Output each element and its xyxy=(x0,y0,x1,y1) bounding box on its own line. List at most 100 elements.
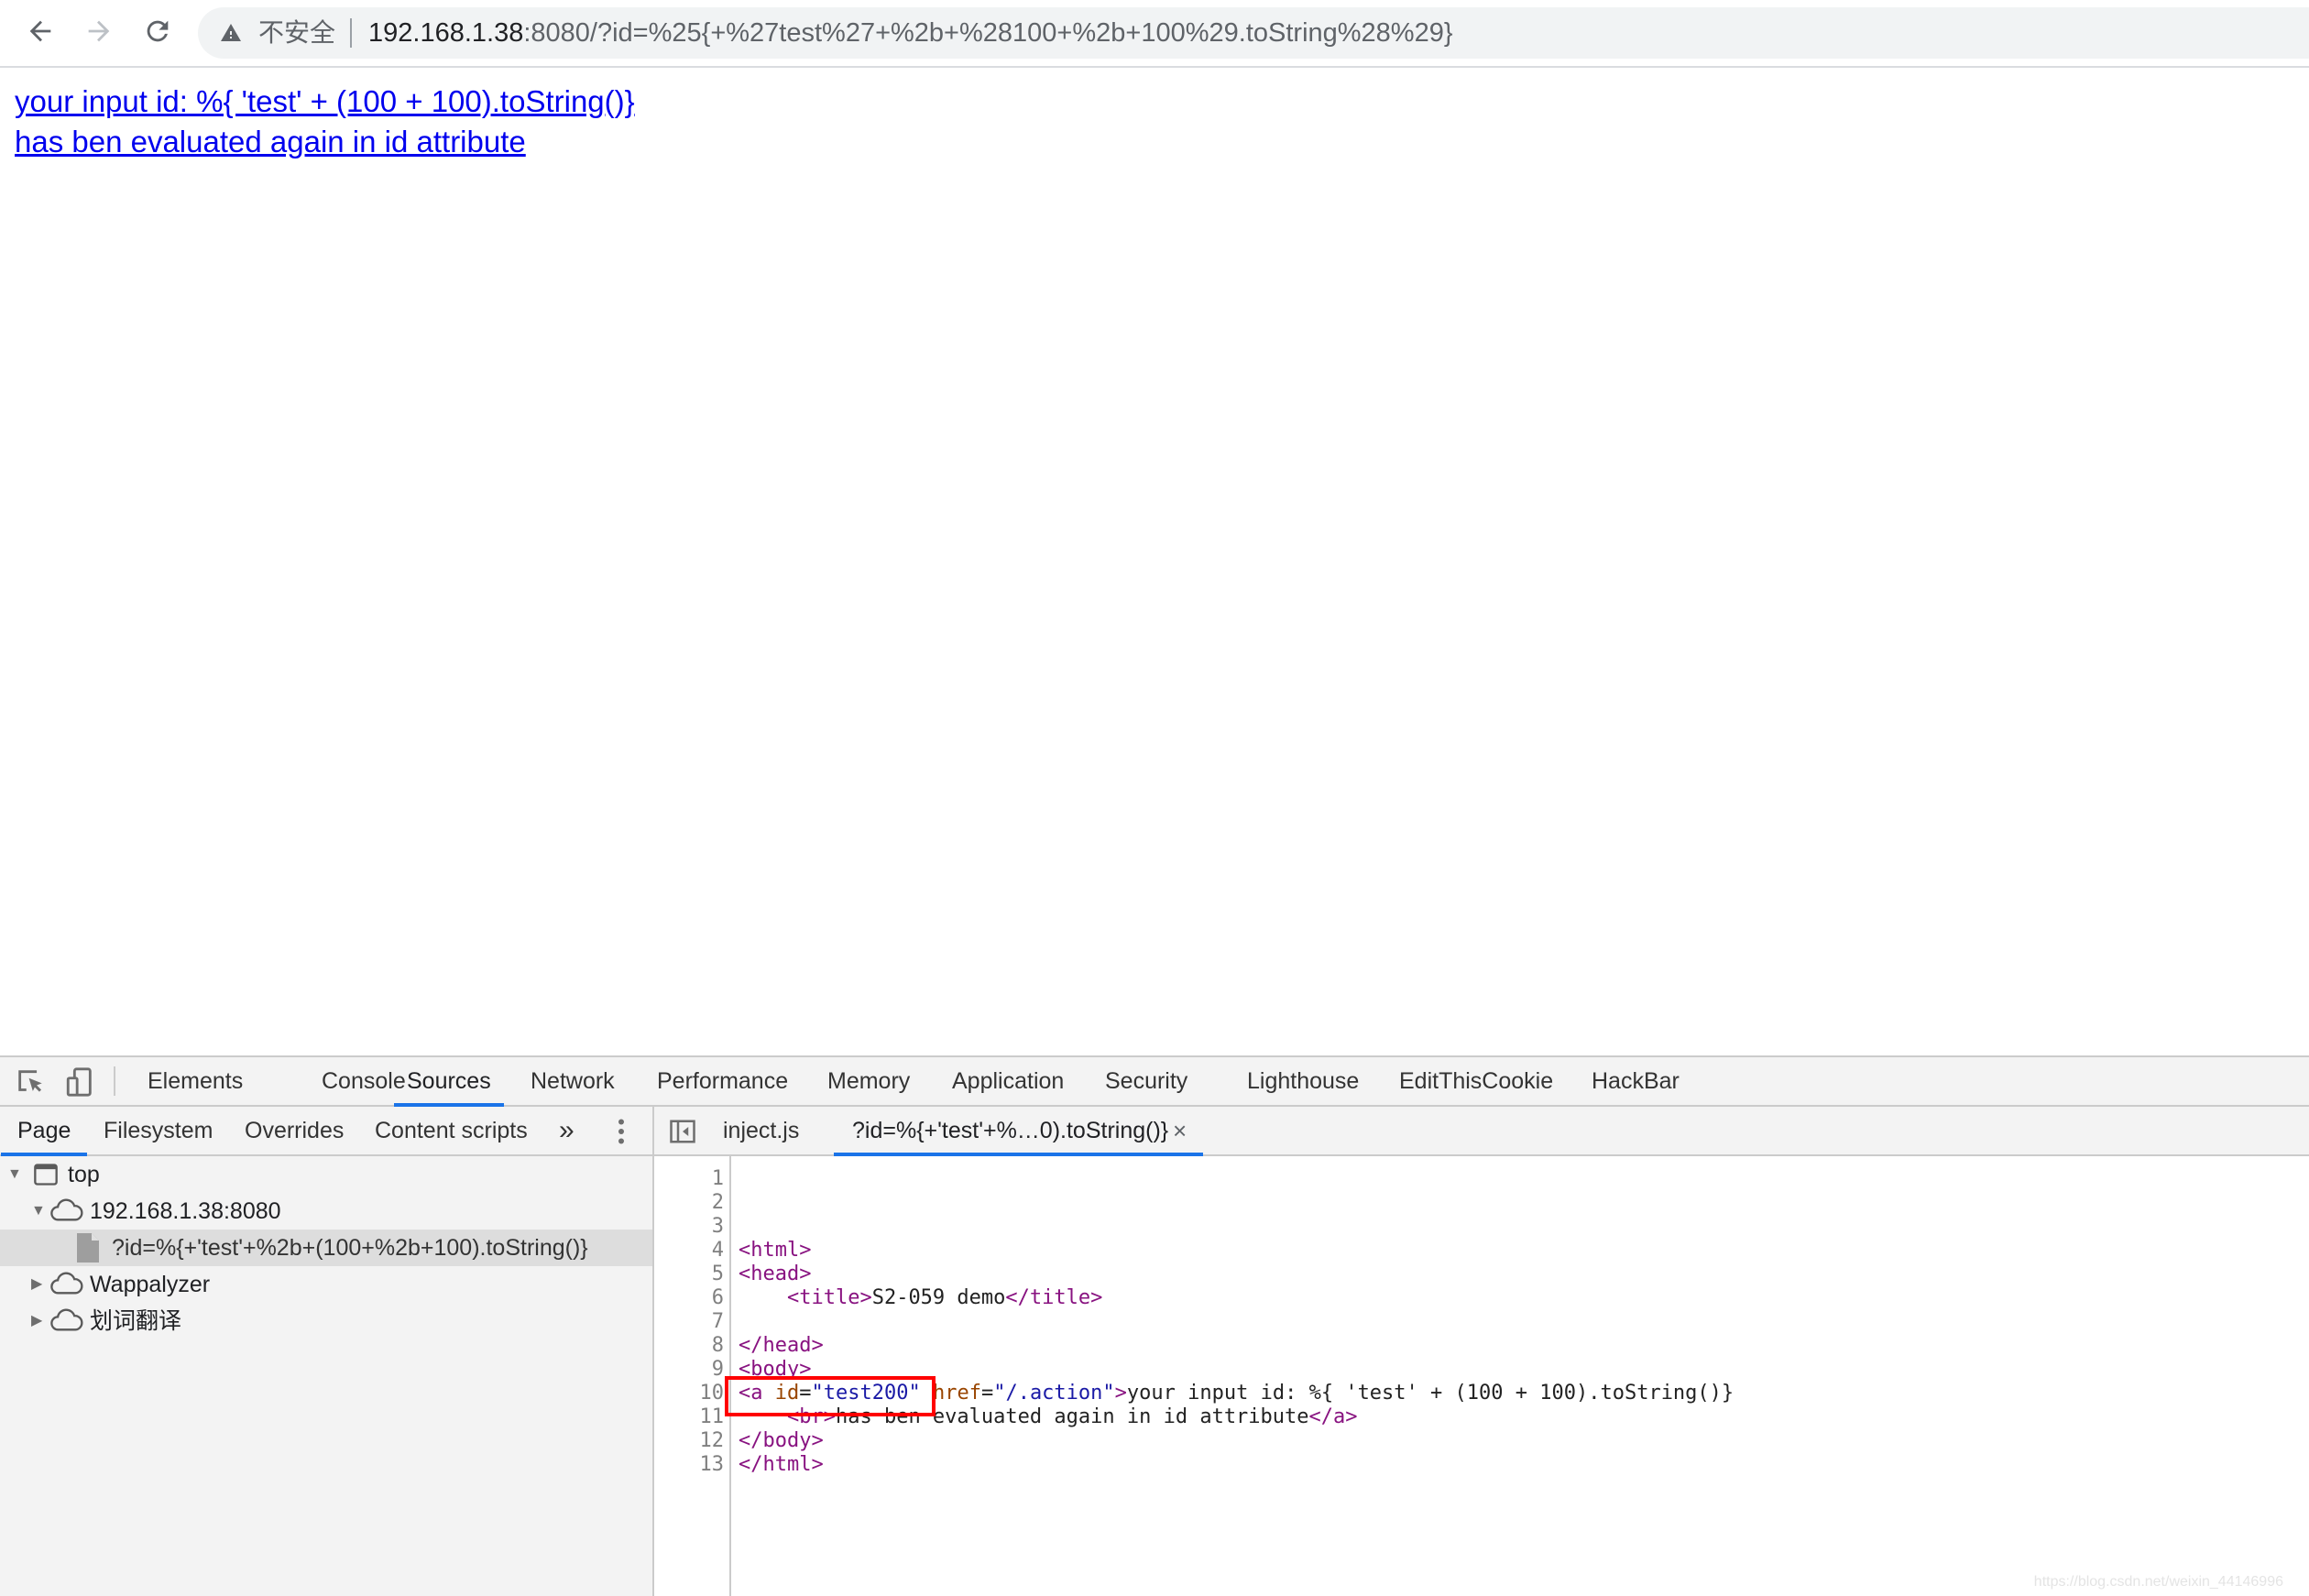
html-tag: </body> xyxy=(739,1429,824,1452)
html-tag: </html> xyxy=(739,1453,824,1476)
line-number[interactable]: 13 xyxy=(700,1453,725,1477)
text-node: S2-059 demo xyxy=(871,1286,1006,1309)
injected-link-line2[interactable]: has ben evaluated again in id attribute xyxy=(15,125,526,159)
source-editor[interactable]: 1 2 3 4 5 6 7 8 9 10 11 12 13 <html> <he… xyxy=(654,1156,2309,1596)
collapsed-arrow-icon[interactable]: ▶ xyxy=(31,1303,42,1339)
line-number[interactable]: 2 xyxy=(712,1191,724,1215)
subtab-page[interactable]: Page xyxy=(0,1107,88,1156)
watermark: https://blog.csdn.net/weixin_44146996 xyxy=(2033,1574,2283,1590)
url-host: 192.168.1.38 xyxy=(368,18,524,48)
html-tag: > xyxy=(1114,1382,1127,1405)
editor-tab-inject-js[interactable]: inject.js xyxy=(723,1107,799,1154)
tree-item-host[interactable]: ▼ 192.168.1.38:8080 xyxy=(0,1193,652,1230)
arrow-left-icon xyxy=(29,20,51,42)
html-tag: </title> xyxy=(1005,1286,1103,1309)
html-tag: </a> xyxy=(1308,1405,1358,1428)
line-number[interactable]: 1 xyxy=(712,1167,724,1191)
inspect-element-icon[interactable] xyxy=(15,1066,46,1098)
expanded-arrow-icon[interactable]: ▼ xyxy=(31,1193,46,1230)
tab-console[interactable]: Console xyxy=(322,1057,406,1105)
line-number[interactable]: 5 xyxy=(712,1263,724,1286)
tree-label: Wappalyzer xyxy=(90,1272,211,1297)
tree-item-page-file[interactable]: ?id=%{+'test'+%2b+(100+%2b+100).toString… xyxy=(0,1230,652,1266)
line-number[interactable]: 12 xyxy=(700,1429,725,1453)
code-line-13: </html> xyxy=(739,1453,824,1477)
subtab-filesystem[interactable]: Filesystem xyxy=(104,1107,213,1154)
tab-hackbar[interactable]: HackBar xyxy=(1592,1057,1680,1105)
tree-item-wappalyzer[interactable]: ▶ Wappalyzer xyxy=(0,1266,652,1303)
tab-network[interactable]: Network xyxy=(531,1057,615,1105)
sources-subtoolbar: Page Filesystem Overrides Content script… xyxy=(0,1107,2309,1596)
annotation-highlight-box xyxy=(725,1376,936,1416)
tree-item-top[interactable]: ▼ top xyxy=(0,1156,652,1193)
file-icon xyxy=(77,1233,99,1263)
security-label[interactable]: 不安全 xyxy=(258,16,335,49)
device-toolbar-icon[interactable] xyxy=(64,1066,95,1098)
url-text[interactable]: 192.168.1.38:8080/?id=%25{+%27test%27+%2… xyxy=(368,16,1453,49)
more-options-icon[interactable] xyxy=(616,1118,627,1145)
reload-icon xyxy=(147,20,169,42)
tree-label: 划词翻译 xyxy=(90,1308,182,1334)
line-number[interactable]: 3 xyxy=(712,1215,724,1239)
tree-label: ?id=%{+'test'+%2b+(100+%2b+100).toString… xyxy=(112,1235,588,1261)
line-number[interactable]: 10 xyxy=(700,1382,725,1405)
forward-button[interactable] xyxy=(81,13,117,49)
page-content: your input id: %{ 'test' + (100 + 100).t… xyxy=(0,68,2309,1055)
code-line-4: <html> xyxy=(739,1239,811,1263)
more-tabs-icon[interactable]: » xyxy=(559,1107,575,1154)
code-line-8: </head> xyxy=(739,1334,824,1358)
devtools-panel: Elements Console Sources Network Perform… xyxy=(0,1055,2309,1596)
text-node: your input id: %{ 'test' + (100 + 100).t… xyxy=(1126,1382,1734,1405)
expanded-arrow-icon[interactable]: ▼ xyxy=(7,1156,22,1193)
browser-toolbar: 不安全 192.168.1.38:8080/?id=%25{+%27test%2… xyxy=(0,0,2309,68)
tree-label: 192.168.1.38:8080 xyxy=(90,1198,281,1224)
injected-link-line1[interactable]: your input id: %{ 'test' + (100 + 100).t… xyxy=(15,84,635,119)
line-number[interactable]: 7 xyxy=(712,1310,724,1334)
warning-icon xyxy=(221,24,241,41)
tab-security[interactable]: Security xyxy=(1105,1057,1187,1105)
html-tag: <head> xyxy=(739,1263,812,1285)
tab-lighthouse[interactable]: Lighthouse xyxy=(1247,1057,1359,1105)
subtab-content-scripts[interactable]: Content scripts xyxy=(375,1107,528,1154)
arrow-right-icon xyxy=(88,20,110,42)
line-number[interactable]: 6 xyxy=(712,1286,724,1310)
line-number[interactable]: 8 xyxy=(712,1334,724,1358)
line-number[interactable]: 4 xyxy=(712,1239,724,1263)
tab-editthiscookie[interactable]: EditThisCookie xyxy=(1399,1057,1553,1105)
toolbar-divider xyxy=(114,1066,115,1096)
attr-value: "/.action" xyxy=(993,1382,1115,1405)
tab-elements[interactable]: Elements xyxy=(148,1057,243,1105)
tab-performance[interactable]: Performance xyxy=(657,1057,788,1105)
code-line-12: </body> xyxy=(739,1429,824,1453)
omnibox-separator xyxy=(350,18,352,48)
attr-name: href xyxy=(932,1382,981,1405)
line-number[interactable]: 9 xyxy=(712,1358,724,1382)
html-tag: </head> xyxy=(739,1334,824,1357)
cloud-icon xyxy=(50,1308,83,1331)
reload-button[interactable] xyxy=(139,13,176,49)
cloud-icon xyxy=(50,1272,83,1295)
frame-icon xyxy=(34,1164,58,1186)
tab-sources[interactable]: Sources xyxy=(394,1057,504,1107)
line-number[interactable]: 11 xyxy=(700,1405,725,1429)
url-path: :8080/?id=%25{+%27test%27+%2b+%28100+%2b… xyxy=(523,18,1453,48)
back-button[interactable] xyxy=(22,13,59,49)
devtools-main-tabs: Elements Console Sources Network Perform… xyxy=(0,1057,2309,1107)
toggle-navigator-icon[interactable] xyxy=(669,1118,696,1145)
close-tab-icon[interactable]: × xyxy=(1173,1107,1187,1154)
tab-application[interactable]: Application xyxy=(952,1057,1064,1105)
subtab-overrides[interactable]: Overrides xyxy=(245,1107,344,1154)
collapsed-arrow-icon[interactable]: ▶ xyxy=(31,1266,42,1303)
editor-tab-current-page[interactable]: ?id=%{+'test'+%…0).toString()} xyxy=(833,1107,1204,1156)
tab-memory[interactable]: Memory xyxy=(827,1057,910,1105)
attr-eq: = xyxy=(980,1382,994,1405)
tree-item-translate-extension[interactable]: ▶ 划词翻译 xyxy=(0,1303,652,1339)
line-number-gutter: 1 2 3 4 5 6 7 8 9 10 11 12 13 xyxy=(654,1156,731,1596)
tree-label: top xyxy=(68,1162,100,1187)
page-navigator-tree: ▼ top ▼ 192.168.1.38:8080 ?id=%{+'test'+… xyxy=(0,1156,652,1596)
html-tag: <title> xyxy=(786,1286,872,1309)
cloud-icon xyxy=(50,1198,83,1221)
address-bar[interactable]: 不安全 192.168.1.38:8080/?id=%25{+%27test%2… xyxy=(198,7,2309,59)
code-line-6: <title>S2-059 demo</title> xyxy=(739,1286,1102,1310)
